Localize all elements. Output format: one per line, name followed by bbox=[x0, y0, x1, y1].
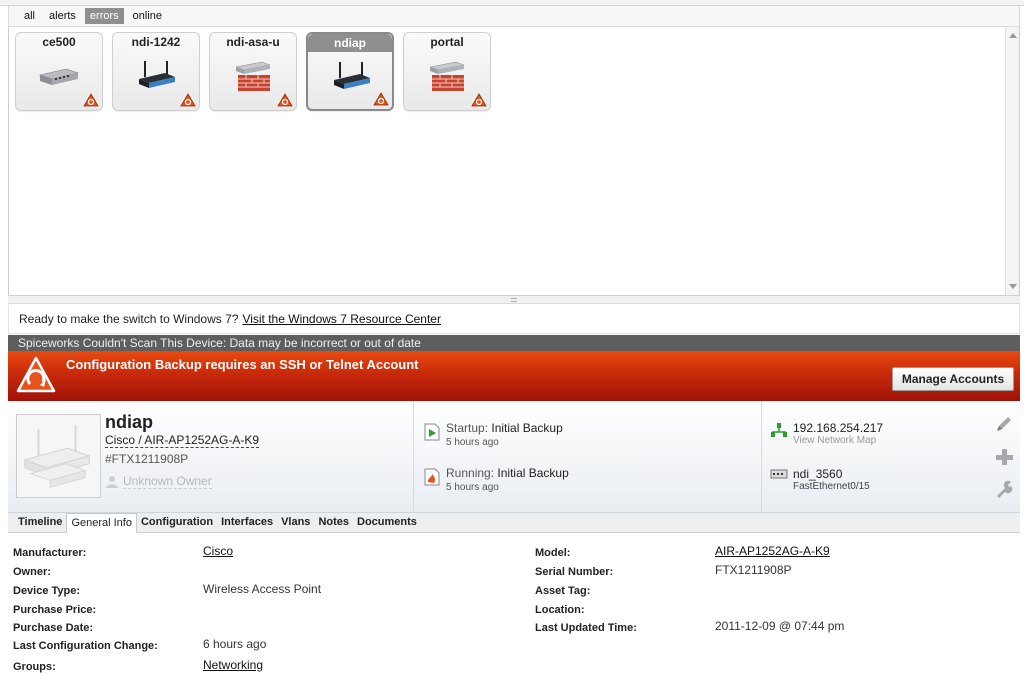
ip-address-item: 192.168.254.217 View Network Map bbox=[770, 421, 883, 446]
device-owner[interactable]: Unknown Owner bbox=[105, 474, 212, 489]
config-backups: Startup: Initial Backup 5 hours ago Runn… bbox=[414, 401, 762, 513]
filter-bar: all alerts errors online bbox=[8, 6, 1020, 27]
device-list-panel: ce500 ndi-1242 ndi-asa-u ndiap portal bbox=[8, 27, 1020, 296]
scroll-down-icon[interactable] bbox=[1009, 284, 1017, 289]
serial-number-value: FTX1211908P bbox=[715, 563, 792, 577]
device-tile-ndiap[interactable]: ndiap bbox=[306, 32, 394, 111]
tab-vlans[interactable]: Vlans bbox=[277, 513, 314, 533]
device-list-scrollbar[interactable] bbox=[1005, 27, 1019, 295]
add-icon[interactable] bbox=[994, 447, 1014, 467]
config-backup-banner: Configuration Backup requires an SSH or … bbox=[8, 351, 1020, 401]
switch-port-icon bbox=[770, 469, 788, 479]
general-info-panel: Manufacturer: Cisco Owner: Device Type: … bbox=[0, 533, 1024, 678]
device-type-label: Device Type: bbox=[13, 585, 81, 597]
wrench-icon[interactable] bbox=[994, 479, 1014, 499]
device-tile-ndi-asa-u[interactable]: ndi-asa-u bbox=[209, 32, 297, 111]
tab-documents[interactable]: Documents bbox=[353, 513, 421, 533]
notice-text: Ready to make the switch to Windows 7? bbox=[19, 312, 239, 326]
user-icon bbox=[106, 475, 118, 488]
model-label: Model: bbox=[535, 547, 571, 559]
banner-message: Configuration Backup requires an SSH or … bbox=[66, 357, 419, 372]
filter-online[interactable]: online bbox=[128, 8, 167, 24]
scan-warning-bar: Spiceworks Couldn't Scan This Device: Da… bbox=[8, 335, 1020, 351]
view-network-map-link[interactable]: View Network Map bbox=[793, 435, 883, 446]
warning-icon bbox=[471, 93, 487, 107]
device-tile-name: ndi-asa-u bbox=[226, 35, 280, 49]
filter-alerts[interactable]: alerts bbox=[44, 8, 81, 24]
device-tile-name: ce500 bbox=[42, 35, 76, 49]
running-config-icon bbox=[424, 468, 440, 486]
firewall-icon bbox=[429, 61, 465, 91]
device-tile-ndi-1242[interactable]: ndi-1242 bbox=[112, 32, 200, 111]
switch-name: ndi_3560 bbox=[793, 467, 843, 481]
device-tile-ce500[interactable]: ce500 bbox=[15, 32, 103, 111]
warning-icon bbox=[180, 93, 196, 107]
last-config-change-value: 6 hours ago bbox=[203, 637, 267, 651]
switch-icon bbox=[38, 68, 80, 85]
filter-errors[interactable]: errors bbox=[84, 8, 124, 24]
last-updated-value: 2011-12-09 @ 07:44 pm bbox=[715, 619, 845, 633]
filter-all[interactable]: all bbox=[19, 8, 40, 24]
tab-configuration[interactable]: Configuration bbox=[137, 513, 217, 533]
device-summary: ndiap Cisco / AIR-AP1252AG-A-K9 #FTX1211… bbox=[8, 401, 1020, 513]
tab-notes[interactable]: Notes bbox=[314, 513, 353, 533]
access-point-icon bbox=[334, 62, 370, 89]
scroll-up-icon[interactable] bbox=[1009, 33, 1017, 38]
last-config-change-label: Last Configuration Change: bbox=[13, 640, 158, 652]
owner-field-label: Owner: bbox=[13, 566, 51, 578]
warning-icon bbox=[277, 93, 293, 107]
splitter-grip-icon[interactable] bbox=[511, 298, 517, 302]
switch-port-item: ndi_3560 FastEthernet0/15 bbox=[770, 467, 870, 492]
manufacturer-value-link[interactable]: Cisco bbox=[203, 544, 233, 558]
tab-interfaces[interactable]: Interfaces bbox=[217, 513, 277, 533]
device-type-value: Wireless Access Point bbox=[203, 582, 322, 596]
tab-general-info[interactable]: General Info bbox=[66, 513, 137, 533]
purchase-date-label: Purchase Date: bbox=[13, 622, 94, 634]
device-serial: #FTX1211908P bbox=[105, 452, 189, 466]
device-tile-name: ndi-1242 bbox=[131, 35, 181, 49]
last-updated-label: Last Updated Time: bbox=[535, 622, 637, 634]
groups-value-link[interactable]: Networking bbox=[203, 658, 263, 672]
device-photo bbox=[16, 414, 101, 498]
warning-icon bbox=[373, 92, 389, 106]
panel-splitter[interactable] bbox=[8, 296, 1020, 304]
asset-tag-label: Asset Tag: bbox=[535, 585, 591, 597]
ip-address: 192.168.254.217 bbox=[793, 421, 884, 435]
startup-config-icon bbox=[424, 423, 440, 441]
purchase-price-label: Purchase Price: bbox=[13, 604, 97, 616]
tab-timeline[interactable]: Timeline bbox=[14, 513, 66, 533]
serial-number-label: Serial Number: bbox=[535, 566, 614, 578]
groups-label: Groups: bbox=[13, 661, 56, 673]
network-info: 192.168.254.217 View Network Map ndi_356… bbox=[762, 401, 1020, 513]
startup-config[interactable]: Startup: Initial Backup 5 hours ago bbox=[424, 421, 563, 448]
model-value-link[interactable]: AIR-AP1252AG-A-K9 bbox=[715, 544, 830, 558]
running-config-time: 5 hours ago bbox=[446, 482, 499, 493]
location-label: Location: bbox=[535, 604, 585, 616]
device-tile-portal[interactable]: portal bbox=[403, 32, 491, 111]
device-tile-name: portal bbox=[430, 35, 464, 49]
switch-port: FastEthernet0/15 bbox=[793, 481, 870, 492]
running-config-label: Running: Initial Backup bbox=[446, 466, 569, 480]
manage-accounts-button[interactable]: Manage Accounts bbox=[892, 367, 1014, 391]
device-tabs: Timeline General Info Configuration Inte… bbox=[8, 513, 1020, 533]
device-identity: ndiap Cisco / AIR-AP1252AG-A-K9 #FTX1211… bbox=[8, 401, 414, 513]
startup-config-time: 5 hours ago bbox=[446, 437, 499, 448]
edit-icon[interactable] bbox=[994, 414, 1014, 434]
device-name: ndiap bbox=[105, 412, 153, 432]
warning-icon bbox=[83, 93, 99, 107]
access-point-icon bbox=[139, 61, 175, 88]
spiceworks-alert-icon bbox=[16, 356, 56, 393]
device-model-link[interactable]: Cisco / AIR-AP1252AG-A-K9 bbox=[105, 433, 260, 448]
firewall-icon bbox=[235, 61, 271, 91]
network-icon bbox=[771, 423, 787, 437]
windows7-notice: Ready to make the switch to Windows 7? V… bbox=[8, 305, 1020, 334]
running-config[interactable]: Running: Initial Backup 5 hours ago bbox=[424, 466, 569, 493]
owner-label: Unknown Owner bbox=[123, 474, 212, 489]
startup-config-label: Startup: Initial Backup bbox=[446, 421, 563, 435]
device-tile-name: ndiap bbox=[308, 34, 392, 52]
manufacturer-label: Manufacturer: bbox=[13, 547, 87, 559]
device-tiles: ce500 ndi-1242 ndi-asa-u ndiap portal bbox=[15, 32, 491, 111]
windows7-resource-link[interactable]: Visit the Windows 7 Resource Center bbox=[242, 312, 441, 326]
